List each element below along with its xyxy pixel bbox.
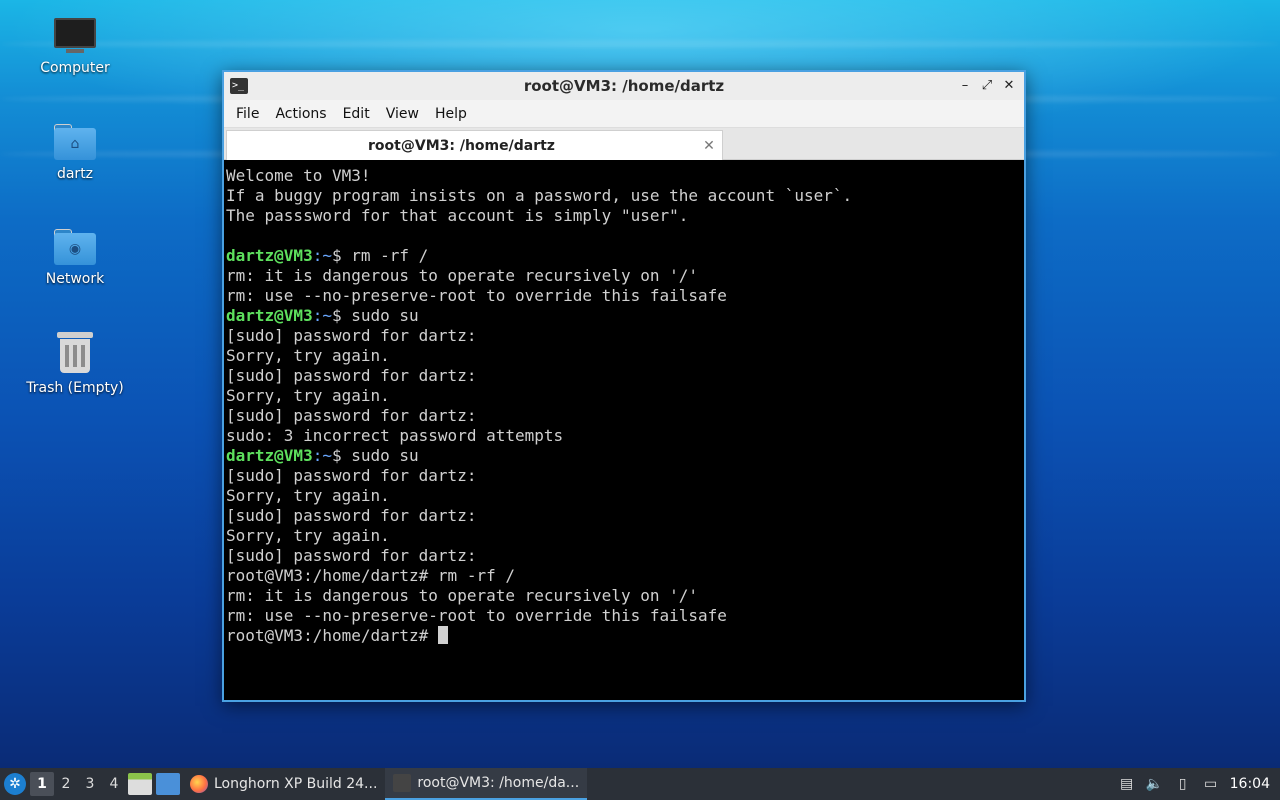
task-label: Longhorn XP Build 24...: [214, 776, 378, 792]
prompt-user: dartz@VM3: [226, 446, 313, 465]
terminal-line: The passsword for that account is simply…: [226, 206, 689, 225]
workspace-3[interactable]: 3: [78, 776, 102, 792]
terminal-line: root@VM3:/home/dartz# rm -rf /: [226, 566, 515, 585]
prompt-user: dartz@VM3: [226, 306, 313, 325]
minimize-icon[interactable]: –: [956, 76, 974, 96]
terminal-window: >_ root@VM3: /home/dartz – ⤢ ✕ File Acti…: [222, 70, 1026, 702]
network-folder-icon: ◉: [54, 227, 96, 265]
terminal-line: sudo: 3 incorrect password attempts: [226, 426, 564, 445]
text-cursor: [437, 626, 448, 644]
system-tray: ▤ 🔈 ▯ ▭ 16:04: [1118, 775, 1280, 793]
window-titlebar[interactable]: >_ root@VM3: /home/dartz – ⤢ ✕: [224, 72, 1024, 100]
menu-view[interactable]: View: [378, 106, 427, 122]
firefox-icon: [190, 775, 208, 793]
clipboard-icon[interactable]: ▤: [1118, 775, 1136, 793]
terminal-line: [sudo] password for dartz:: [226, 546, 477, 565]
terminal-line: Sorry, try again.: [226, 386, 390, 405]
tab-close-icon[interactable]: ✕: [696, 138, 722, 154]
terminal-line: Sorry, try again.: [226, 526, 390, 545]
lubuntu-logo-icon: ✲: [4, 773, 26, 795]
desktop-icon-label: Trash (Empty): [26, 380, 124, 396]
terminal-line: [sudo] password for dartz:: [226, 406, 477, 425]
terminal-icon[interactable]: >_: [230, 78, 248, 94]
terminal-line: rm: use --no-preserve-root to override t…: [226, 286, 727, 305]
terminal-line: root@VM3:/home/dartz#: [226, 626, 1022, 646]
workspace-4[interactable]: 4: [102, 776, 126, 792]
maximize-icon[interactable]: ⤢: [978, 76, 996, 96]
show-desktop-icon[interactable]: [156, 773, 180, 795]
task-label: root@VM3: /home/da...: [417, 775, 580, 791]
notes-icon[interactable]: ▯: [1174, 775, 1192, 793]
terminal-line: rm: use --no-preserve-root to override t…: [226, 606, 727, 625]
clock[interactable]: 16:04: [1230, 776, 1270, 792]
home-folder-icon: ⌂: [54, 122, 96, 160]
terminal-line: rm: it is dangerous to operate recursive…: [226, 266, 699, 285]
terminal-line: [sudo] password for dartz:: [226, 466, 477, 485]
prompt-path: :~: [312, 246, 332, 265]
command-text: $ rm -rf /: [331, 246, 429, 265]
desktop-icon-label: dartz: [56, 166, 94, 182]
desktop-icon-trash[interactable]: Trash (Empty): [20, 330, 130, 396]
terminal-line: Sorry, try again.: [226, 486, 390, 505]
terminal-line: Sorry, try again.: [226, 346, 390, 365]
terminal-icon: [393, 774, 412, 792]
desktop-icon-label: Network: [45, 271, 105, 287]
terminal-line: dartz@VM3:~$ sudo su: [226, 446, 1022, 466]
task-terminal[interactable]: root@VM3: /home/da...: [385, 768, 588, 800]
terminal-line: dartz@VM3:~$ rm -rf /: [226, 246, 1022, 266]
trash-icon: [57, 330, 93, 374]
close-icon[interactable]: ✕: [1000, 76, 1018, 96]
menu-file[interactable]: File: [228, 106, 267, 122]
prompt-path: :~: [312, 306, 332, 325]
terminal-line: If a buggy program insists on a password…: [226, 186, 853, 205]
terminal-line: [sudo] password for dartz:: [226, 366, 477, 385]
monitor-icon: [54, 18, 96, 54]
desktop-icon-dartz[interactable]: ⌂ dartz: [20, 122, 130, 182]
taskbar: ✲ 1 2 3 4 Longhorn XP Build 24... root@V…: [0, 768, 1280, 800]
network-icon[interactable]: ▭: [1202, 775, 1220, 793]
desktop-icon-label: Computer: [40, 60, 110, 76]
terminal-line: rm: it is dangerous to operate recursive…: [226, 586, 699, 605]
start-menu-button[interactable]: ✲: [0, 769, 30, 799]
menu-actions[interactable]: Actions: [267, 106, 334, 122]
task-firefox[interactable]: Longhorn XP Build 24...: [182, 768, 385, 800]
workspace-1[interactable]: 1: [30, 772, 54, 796]
menu-help[interactable]: Help: [427, 106, 475, 122]
terminal-output[interactable]: Welcome to VM3! If a buggy program insist…: [224, 164, 1024, 700]
workspace-2[interactable]: 2: [54, 776, 78, 792]
terminal-line: [sudo] password for dartz:: [226, 506, 477, 525]
file-manager-icon[interactable]: [128, 773, 152, 795]
command-text: $ sudo su: [331, 446, 419, 465]
desktop-icon-computer[interactable]: Computer: [20, 18, 130, 76]
tab-bar: root@VM3: /home/dartz ✕: [224, 128, 1024, 160]
tab-terminal[interactable]: root@VM3: /home/dartz ✕: [226, 130, 723, 160]
terminal-line: [sudo] password for dartz:: [226, 326, 477, 345]
menu-edit[interactable]: Edit: [335, 106, 378, 122]
prompt-user: dartz@VM3: [226, 246, 313, 265]
tab-label: root@VM3: /home/dartz: [368, 137, 555, 154]
terminal-line: Welcome to VM3!: [226, 166, 371, 185]
command-text: $ sudo su: [331, 306, 419, 325]
desktop-icon-network[interactable]: ◉ Network: [20, 227, 130, 287]
volume-icon[interactable]: 🔈: [1146, 775, 1164, 793]
terminal-line: dartz@VM3:~$ sudo su: [226, 306, 1022, 326]
window-title: root@VM3: /home/dartz: [523, 77, 725, 95]
prompt-path: :~: [312, 446, 332, 465]
menu-bar: File Actions Edit View Help: [224, 100, 1024, 128]
